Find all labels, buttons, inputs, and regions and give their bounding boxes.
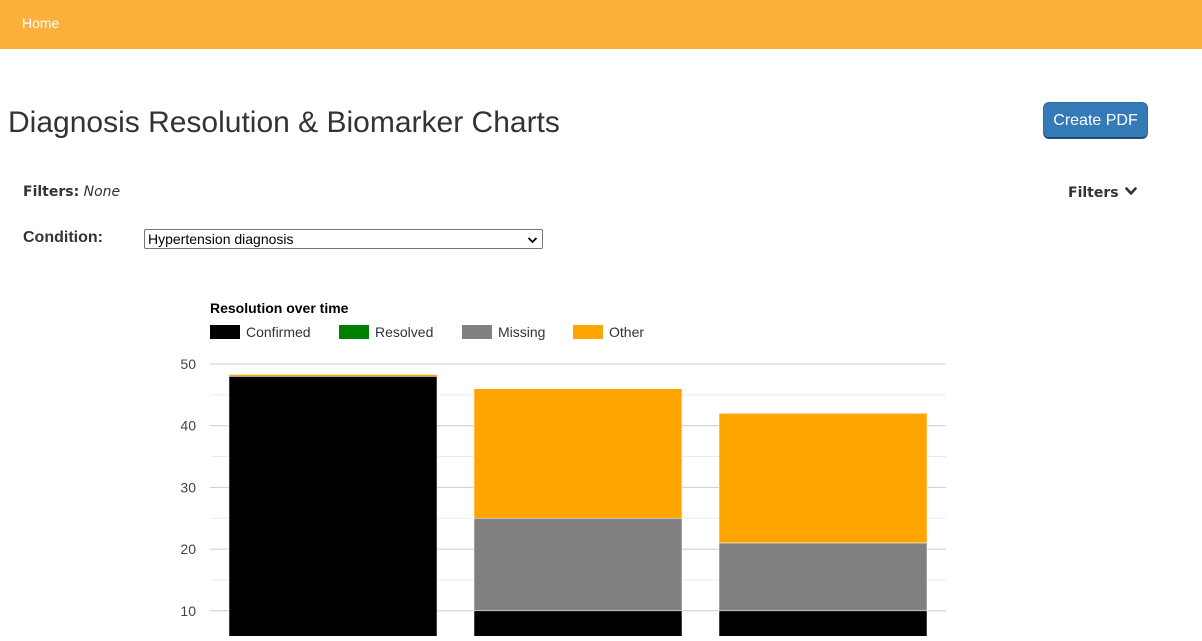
y-tick-label: 10 bbox=[180, 603, 196, 619]
legend-label-other: Other bbox=[609, 324, 644, 340]
bar-segment-other bbox=[473, 388, 683, 519]
legend-swatch-missing bbox=[462, 325, 492, 339]
y-tick-label: 30 bbox=[180, 479, 196, 495]
bar-segment-confirmed bbox=[473, 610, 683, 641]
bar-segment-other bbox=[228, 374, 438, 377]
filters-toggle[interactable]: Filters bbox=[1068, 184, 1137, 201]
page-title: Diagnosis Resolution & Biomarker Charts bbox=[8, 106, 560, 139]
legend-swatch-other bbox=[573, 325, 603, 339]
chevron-down-icon bbox=[1124, 184, 1137, 200]
chart-title: Resolution over time bbox=[210, 300, 349, 316]
legend-swatch-confirmed bbox=[210, 325, 240, 339]
nav-home-link[interactable]: Home bbox=[22, 15, 59, 31]
y-tick-label: 40 bbox=[180, 418, 196, 434]
resolution-chart: Resolution over time Confirmed Resolved Mis… bbox=[0, 290, 1000, 641]
filters-toggle-label: Filters bbox=[1068, 185, 1119, 201]
legend-label-missing: Missing bbox=[498, 324, 545, 340]
y-tick-label: 50 bbox=[180, 356, 196, 372]
chevron-down-icon bbox=[527, 233, 538, 251]
bar-segment-missing bbox=[473, 518, 683, 612]
condition-label: Condition: bbox=[23, 229, 103, 246]
resolution-chart-svg: Resolution over time Confirmed Resolved Mis… bbox=[180, 300, 946, 641]
legend-label-confirmed: Confirmed bbox=[246, 324, 311, 340]
bar-segment-missing bbox=[718, 542, 928, 612]
top-navbar: Home bbox=[0, 0, 1202, 49]
condition-selected-value: Hypertension diagnosis bbox=[148, 231, 294, 247]
filters-label: Filters: bbox=[23, 184, 80, 200]
active-filters: Filters: None bbox=[23, 184, 120, 200]
bar-segment-other bbox=[718, 413, 928, 544]
legend-label-resolved: Resolved bbox=[375, 324, 433, 340]
bar-segment-confirmed bbox=[228, 376, 438, 641]
condition-select[interactable]: Hypertension diagnosis bbox=[144, 229, 543, 249]
filters-value: None bbox=[83, 184, 121, 200]
legend-swatch-resolved bbox=[339, 325, 369, 339]
create-pdf-button[interactable]: Create PDF bbox=[1043, 102, 1148, 139]
bar-segment-confirmed bbox=[718, 610, 928, 641]
y-tick-label: 20 bbox=[180, 541, 196, 557]
